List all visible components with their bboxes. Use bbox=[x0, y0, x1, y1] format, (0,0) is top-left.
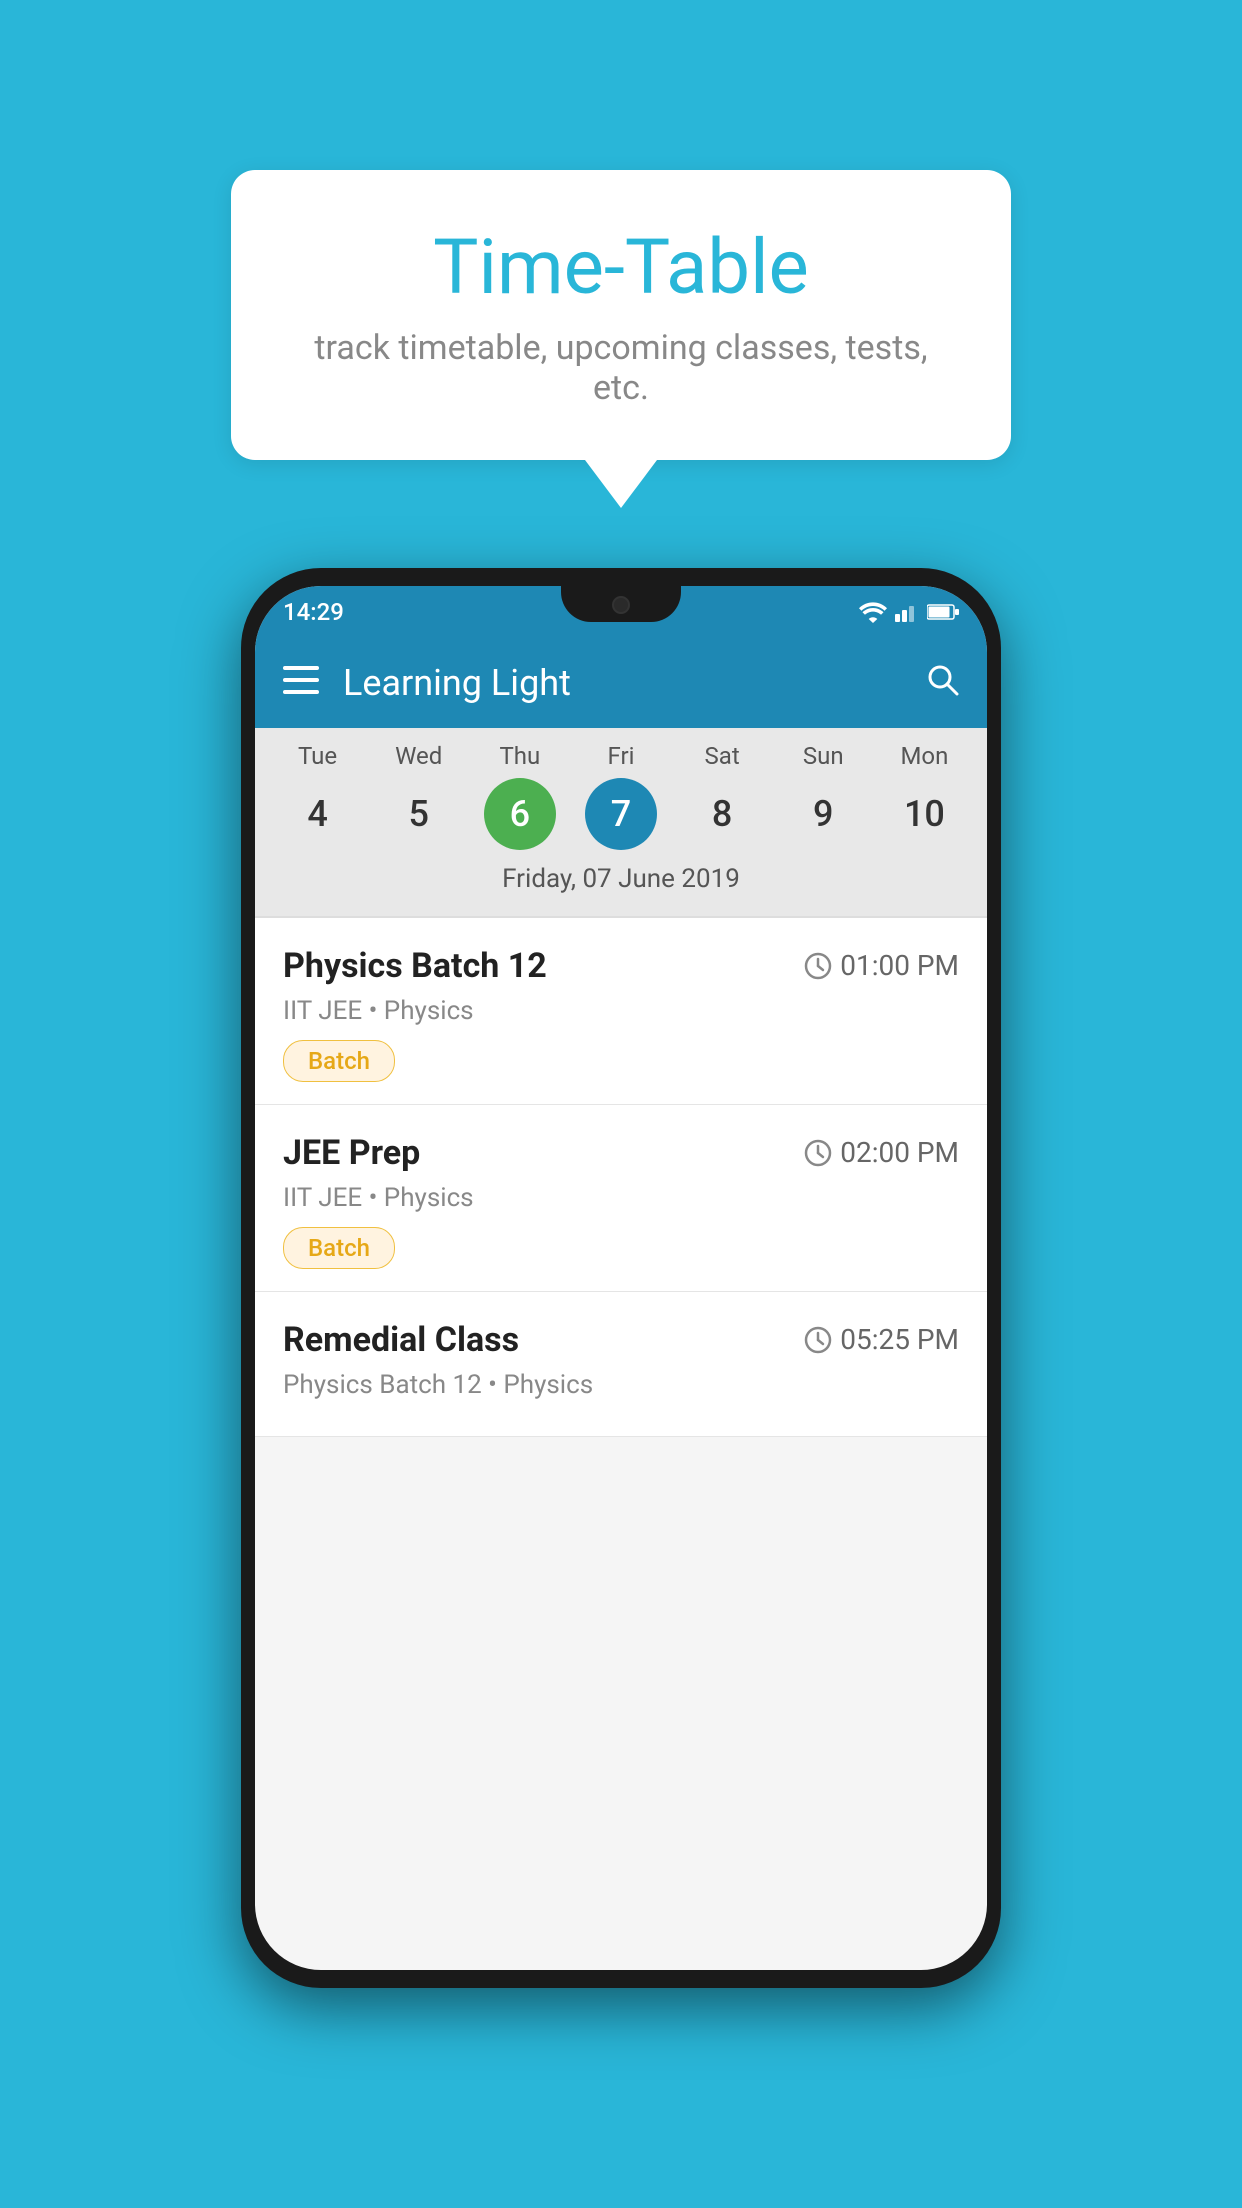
batch-badge-2: Batch bbox=[283, 1227, 395, 1269]
day-7-selected[interactable]: 7 bbox=[585, 778, 657, 850]
day-8[interactable]: 8 bbox=[686, 778, 758, 850]
class-time-1: 01:00 PM bbox=[804, 949, 959, 982]
speech-bubble-container: Time-Table track timetable, upcoming cla… bbox=[231, 170, 1011, 508]
batch-badge-1: Batch bbox=[283, 1040, 395, 1082]
day-4[interactable]: 4 bbox=[282, 778, 354, 850]
day-numbers: 4 5 6 7 8 9 10 bbox=[255, 770, 987, 858]
selected-date-label: Friday, 07 June 2019 bbox=[255, 858, 987, 908]
day-labels: Tue Wed Thu Fri Sat Sun Mon bbox=[255, 742, 987, 770]
class-name-3: Remedial Class bbox=[283, 1320, 519, 1360]
day-5[interactable]: 5 bbox=[383, 778, 455, 850]
class-name-2: JEE Prep bbox=[283, 1133, 420, 1173]
day-10[interactable]: 10 bbox=[888, 778, 960, 850]
speech-bubble-arrow bbox=[585, 460, 657, 508]
class-meta-1: IIT JEE • Physics bbox=[283, 996, 959, 1026]
clock-icon-3 bbox=[804, 1326, 832, 1354]
day-label-wed: Wed bbox=[373, 742, 465, 770]
app-bar-title: Learning Light bbox=[343, 662, 925, 704]
day-6-today[interactable]: 6 bbox=[484, 778, 556, 850]
class-header-3: Remedial Class 05:25 PM bbox=[283, 1320, 959, 1360]
wifi-icon bbox=[859, 601, 887, 623]
search-button[interactable] bbox=[925, 662, 959, 704]
status-time: 14:29 bbox=[283, 598, 344, 626]
class-time-3: 05:25 PM bbox=[804, 1323, 959, 1356]
status-bar: 14:29 bbox=[255, 586, 987, 638]
status-icons bbox=[859, 601, 959, 623]
battery-icon bbox=[927, 603, 959, 621]
class-item-1[interactable]: Physics Batch 12 01:00 PM IIT JEE • Phys… bbox=[255, 918, 987, 1105]
signal-icon bbox=[895, 602, 919, 622]
phone-mockup: 14:29 bbox=[241, 568, 1001, 1988]
speech-bubble: Time-Table track timetable, upcoming cla… bbox=[231, 170, 1011, 460]
day-label-fri: Fri bbox=[575, 742, 667, 770]
bubble-subtitle: track timetable, upcoming classes, tests… bbox=[291, 328, 951, 408]
notch bbox=[561, 586, 681, 622]
calendar-section: Tue Wed Thu Fri Sat Sun Mon 4 5 6 7 8 9 … bbox=[255, 728, 987, 916]
day-9[interactable]: 9 bbox=[787, 778, 859, 850]
clock-icon-1 bbox=[804, 952, 832, 980]
class-meta-3: Physics Batch 12 • Physics bbox=[283, 1370, 959, 1400]
class-item-3[interactable]: Remedial Class 05:25 PM Physics Batch 12… bbox=[255, 1292, 987, 1437]
day-label-tue: Tue bbox=[272, 742, 364, 770]
clock-icon-2 bbox=[804, 1139, 832, 1167]
bubble-title: Time-Table bbox=[291, 226, 951, 310]
phone-outer: 14:29 bbox=[241, 568, 1001, 1988]
class-header-1: Physics Batch 12 01:00 PM bbox=[283, 946, 959, 986]
day-label-mon: Mon bbox=[878, 742, 970, 770]
class-name-1: Physics Batch 12 bbox=[283, 946, 547, 986]
phone-screen: 14:29 bbox=[255, 586, 987, 1970]
class-time-2: 02:00 PM bbox=[804, 1136, 959, 1169]
day-label-thu: Thu bbox=[474, 742, 566, 770]
class-list: Physics Batch 12 01:00 PM IIT JEE • Phys… bbox=[255, 918, 987, 1437]
day-label-sat: Sat bbox=[676, 742, 768, 770]
class-header-2: JEE Prep 02:00 PM bbox=[283, 1133, 959, 1173]
app-bar: Learning Light bbox=[255, 638, 987, 728]
class-item-2[interactable]: JEE Prep 02:00 PM IIT JEE • Physics Batc… bbox=[255, 1105, 987, 1292]
class-meta-2: IIT JEE • Physics bbox=[283, 1183, 959, 1213]
day-label-sun: Sun bbox=[777, 742, 869, 770]
camera bbox=[612, 596, 630, 614]
hamburger-icon[interactable] bbox=[283, 666, 319, 700]
